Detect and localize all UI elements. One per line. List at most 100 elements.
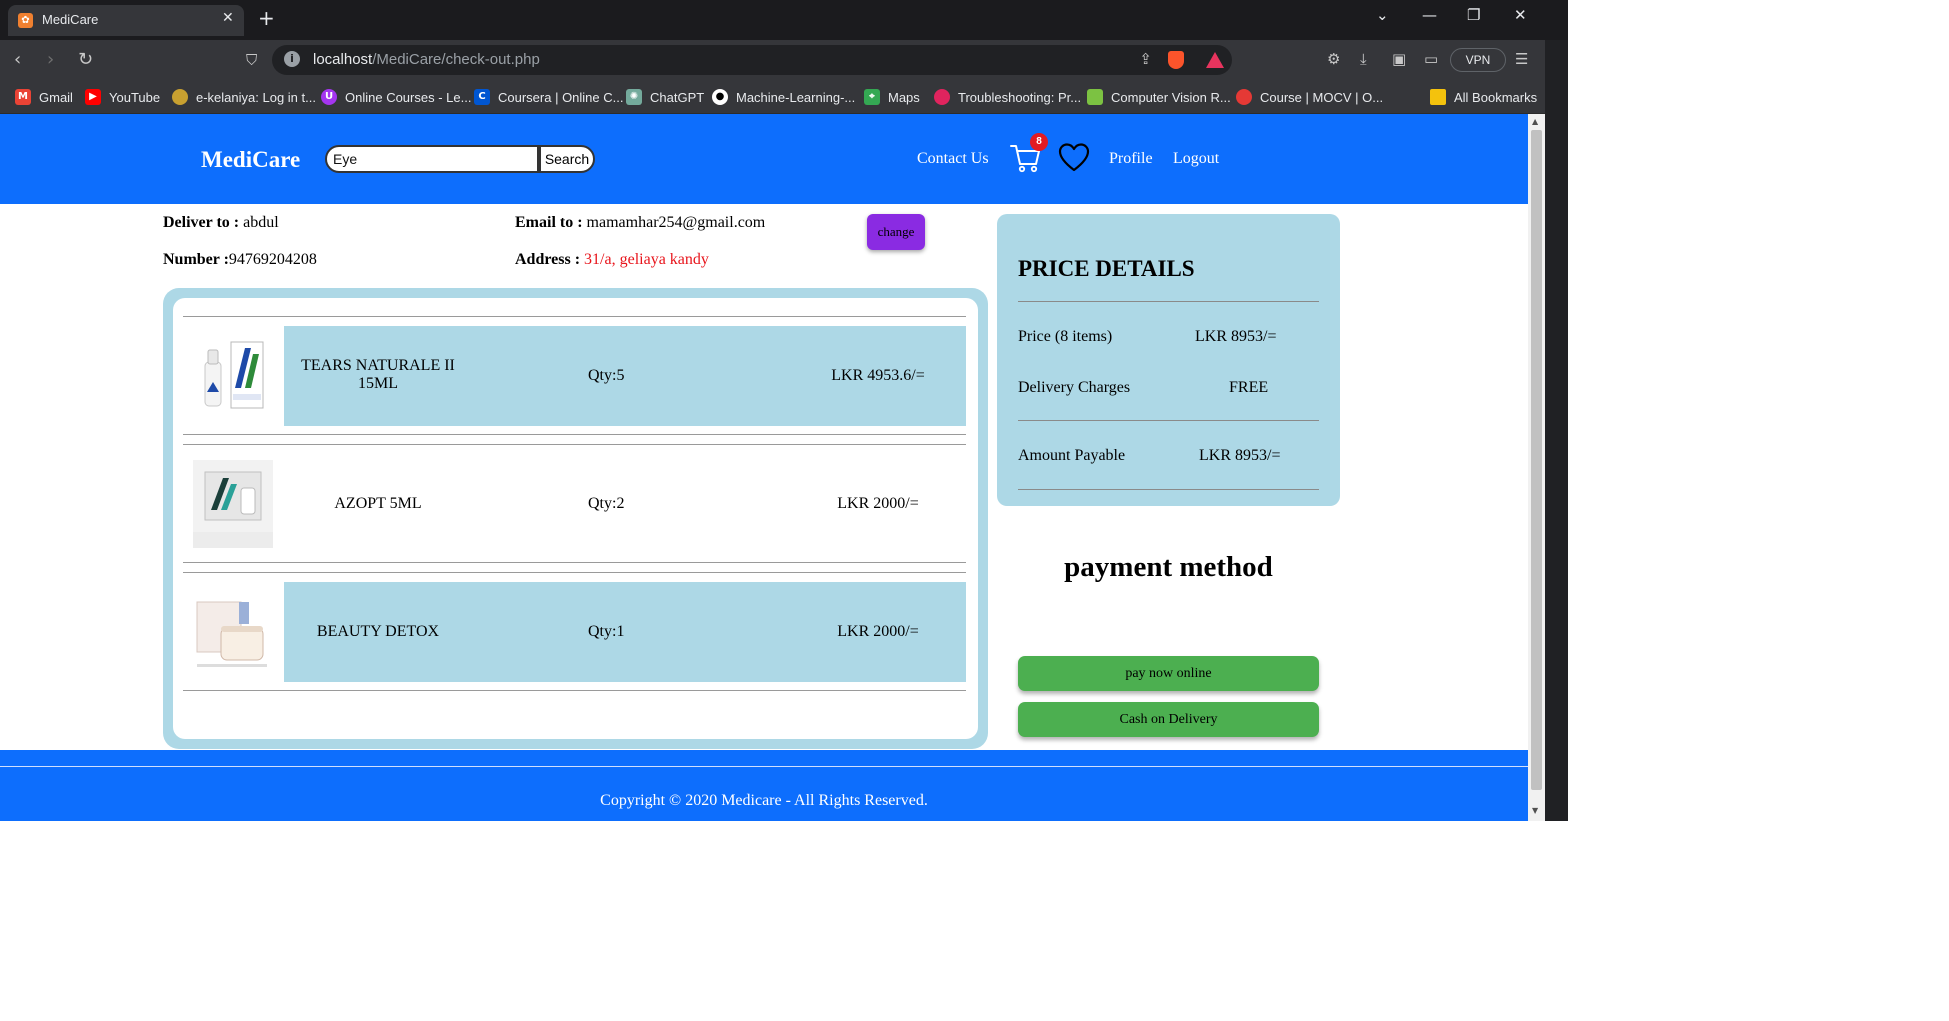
tab-close-icon[interactable]: ✕ <box>222 10 234 26</box>
cart-item-row: BEAUTY DETOX Qty:1 LKR 2000/= <box>183 582 966 682</box>
brand-logo[interactable]: MediCare <box>201 147 300 173</box>
site-info-icon[interactable]: i <box>284 51 300 67</box>
bookmark-chatgpt[interactable]: ✺ ChatGPT <box>626 87 704 107</box>
sidebar-icon[interactable]: ▣ <box>1392 50 1406 68</box>
footer-divider <box>0 766 1528 767</box>
scroll-up-arrow-icon[interactable]: ▲ <box>1532 117 1538 126</box>
tears-naturale-product-image <box>204 341 264 409</box>
side-panel-strip <box>1545 40 1568 821</box>
scroll-down-arrow-icon[interactable]: ▼ <box>1532 806 1538 815</box>
browser-tab[interactable]: ✿ MediCare ✕ <box>8 5 244 36</box>
cart-item-price: LKR 2000/= <box>837 495 919 512</box>
change-address-button[interactable]: change <box>867 214 925 250</box>
azopt-product-image <box>193 460 273 548</box>
menu-icon[interactable]: ☰ <box>1515 50 1528 68</box>
email-field: Email to : mamamhar254@gmail.com <box>515 214 765 232</box>
divider <box>183 444 966 445</box>
xampp-favicon-icon: ✿ <box>18 13 33 28</box>
troubleshoot-icon <box>934 89 950 105</box>
divider <box>183 572 966 573</box>
brave-shields-icon[interactable] <box>1168 51 1184 69</box>
search-button[interactable]: Search <box>539 145 595 173</box>
cart-count-badge: 8 <box>1030 133 1048 151</box>
bookmarks-bar: M Gmail ▶ YouTube e-kelaniya: Log in t... … <box>0 80 1568 114</box>
reload-icon[interactable]: ↻ <box>78 49 93 70</box>
cart-items-list: TEARS NATURALE II 15ML Qty:5 LKR 4953.6/… <box>173 298 978 739</box>
coursera-icon: C <box>474 89 490 105</box>
divider <box>1018 420 1319 421</box>
download-icon[interactable]: ⤓ <box>1360 50 1367 68</box>
bookmark-computer-vision[interactable]: Computer Vision R... <box>1087 87 1231 107</box>
bookmark-mocv[interactable]: Course | MOCV | O... <box>1236 87 1383 107</box>
deliver-to-label: Deliver to : <box>163 214 240 231</box>
bookmark-maps[interactable]: ⌖ Maps <box>864 87 920 107</box>
wishlist-heart-icon[interactable] <box>1058 142 1090 174</box>
divider <box>1018 489 1319 490</box>
bookmark-udemy[interactable]: U Online Courses - Le... <box>321 87 471 107</box>
share-icon[interactable]: ⇪ <box>1139 50 1152 68</box>
number-field: Number :94769204208 <box>163 251 317 269</box>
bookmark-kelaniya[interactable]: e-kelaniya: Log in t... <box>172 87 316 107</box>
url-text[interactable]: localhost/MediCare/check-out.php <box>313 51 540 68</box>
cart-item-price: LKR 2000/= <box>837 623 919 640</box>
forward-icon[interactable]: › <box>47 49 54 70</box>
chatgpt-icon: ✺ <box>626 89 642 105</box>
bookmark-troubleshooting[interactable]: Troubleshooting: Pr... <box>934 87 1081 107</box>
logout-link[interactable]: Logout <box>1173 150 1219 168</box>
cart-item-name: AZOPT 5ML <box>334 495 422 512</box>
cart-item-row: TEARS NATURALE II 15ML Qty:5 LKR 4953.6/… <box>183 326 966 426</box>
price-items-label: Price (8 items) <box>1018 328 1113 345</box>
profile-link[interactable]: Profile <box>1109 150 1153 168</box>
email-value: mamamhar254@gmail.com <box>582 214 766 231</box>
extensions-icon[interactable]: ⚙ <box>1327 50 1340 68</box>
brave-rewards-icon[interactable] <box>1206 52 1224 68</box>
divider <box>1018 301 1319 302</box>
maps-icon: ⌖ <box>864 89 880 105</box>
contact-us-link[interactable]: Contact Us <box>917 150 989 168</box>
browser-toolbar: ‹ › ↻ ⛉ i localhost/MediCare/check-out.p… <box>0 40 1568 80</box>
tab-search-chevron-icon[interactable]: ⌄ <box>1376 6 1389 24</box>
bookmark-all[interactable]: All Bookmarks <box>1430 87 1537 107</box>
price-details-title: PRICE DETAILS <box>1018 256 1195 281</box>
github-icon: ● <box>712 89 728 105</box>
address-field: Address : 31/a, geliaya kandy <box>515 251 709 269</box>
page-scrollbar[interactable]: ▲ ▼ <box>1528 114 1545 821</box>
cash-on-delivery-button[interactable]: Cash on Delivery <box>1018 702 1319 737</box>
number-label: Number : <box>163 251 229 268</box>
wallet-icon[interactable]: ▭ <box>1424 50 1438 68</box>
site-footer: Copyright © 2020 Medicare - All Rights R… <box>0 750 1528 821</box>
divider <box>183 562 966 563</box>
amount-payable-value: LKR 8953/= <box>1199 447 1281 464</box>
back-icon[interactable]: ‹ <box>14 49 21 70</box>
udemy-icon: U <box>321 89 337 105</box>
payment-method-title: payment method <box>1064 551 1273 583</box>
cart-item-name: BEAUTY DETOX <box>316 623 440 640</box>
vpn-button[interactable]: VPN <box>1450 48 1506 72</box>
delivery-charges-value: FREE <box>1229 379 1269 396</box>
bookmark-page-icon[interactable]: ⛉ <box>246 51 257 69</box>
address-label: Address : <box>515 251 581 268</box>
cart-item-qty: Qty:1 <box>588 623 625 640</box>
address-bar[interactable]: i localhost/MediCare/check-out.php ⇪ <box>272 45 1232 75</box>
copyright-text: Copyright © 2020 Medicare - All Rights R… <box>600 792 928 809</box>
bookmark-youtube[interactable]: ▶ YouTube <box>85 87 160 107</box>
new-tab-icon[interactable]: + <box>258 8 275 28</box>
close-window-icon[interactable]: ✕ <box>1514 6 1527 24</box>
price-details-panel: PRICE DETAILS Price (8 items) LKR 8953/=… <box>997 214 1340 506</box>
email-label: Email to : <box>515 214 583 231</box>
folder-icon <box>1430 89 1446 105</box>
site-header: MediCare Search Contact Us 8 Profile Log… <box>0 114 1528 204</box>
minimize-icon[interactable]: — <box>1422 6 1437 24</box>
search-input[interactable] <box>325 145 539 173</box>
bookmark-github[interactable]: ● Machine-Learning-... <box>712 87 855 107</box>
maximize-icon[interactable]: ❐ <box>1467 6 1480 24</box>
bookmark-coursera[interactable]: C Coursera | Online C... <box>474 87 623 107</box>
mocv-icon <box>1236 89 1252 105</box>
youtube-icon: ▶ <box>85 89 101 105</box>
beauty-detox-product-image <box>193 588 273 676</box>
address-value: 31/a, geliaya kandy <box>580 251 709 268</box>
delivery-charges-label: Delivery Charges <box>1018 379 1131 396</box>
scrollbar-thumb[interactable] <box>1531 130 1542 790</box>
pay-now-online-button[interactable]: pay now online <box>1018 656 1319 691</box>
bookmark-gmail[interactable]: M Gmail <box>15 87 73 107</box>
